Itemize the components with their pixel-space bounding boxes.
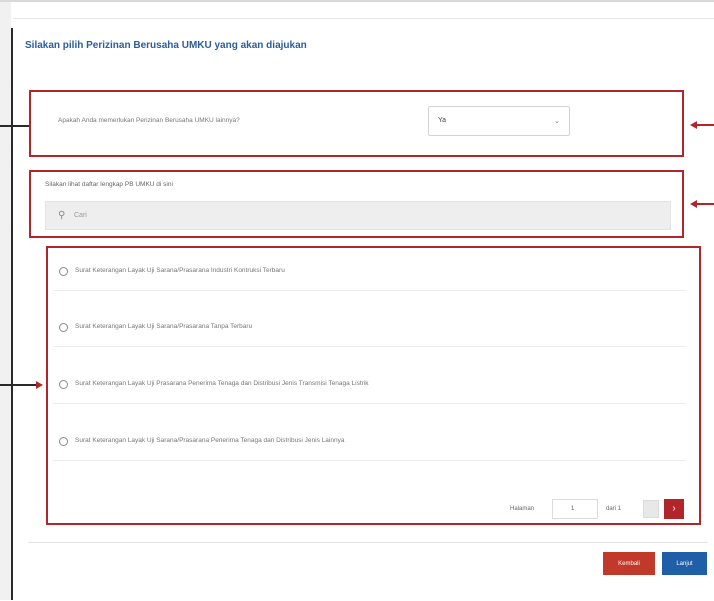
background-strip	[0, 2, 11, 600]
pagination-label: Halaman	[510, 506, 535, 512]
arrow-right-icon	[36, 381, 43, 389]
question-label: Apakah Anda memerlukan Perizinan Berusah…	[58, 117, 240, 124]
radio-button[interactable]	[59, 323, 68, 332]
list-item[interactable]: Surat Keterangan Layak Uji Sarana/Prasar…	[53, 251, 686, 291]
list-item-label: Surat Keterangan Layak Uji Sarana/Prasar…	[75, 323, 253, 330]
radio-button[interactable]	[59, 267, 68, 276]
top-rule	[0, 0, 714, 2]
page-input[interactable]: 1	[552, 499, 598, 519]
select-value: Ya	[438, 117, 447, 124]
arrow-left-icon	[690, 121, 697, 129]
list-item[interactable]: Surat Keterangan Layak Uji Sarana/Prasar…	[53, 421, 686, 461]
prev-page-button[interactable]	[643, 500, 659, 518]
list-item[interactable]: Surat Keterangan Layak Uji Sarana/Prasar…	[53, 307, 686, 347]
search-label: Silakan lihat daftar lengkap PB UMKU di …	[45, 181, 173, 188]
list-item-label: Surat Keterangan Layak Uji Sarana/Prasar…	[75, 267, 285, 274]
modal-title: Silakan pilih Perizinan Berusaha UMKU ya…	[25, 40, 307, 51]
radio-button[interactable]	[59, 437, 68, 446]
search-icon: ⚲	[58, 210, 66, 221]
connector-line	[0, 125, 29, 127]
connector-line	[697, 203, 714, 205]
search-input[interactable]: ⚲ Cari	[45, 201, 671, 230]
next-page-button[interactable]: ›	[664, 499, 684, 519]
radio-button[interactable]	[59, 380, 68, 389]
chevron-down-icon: ⌄	[554, 118, 560, 125]
umku-select[interactable]: Ya ⌄	[428, 106, 570, 136]
list-item-label: Surat Keterangan Layak Uji Sarana/Prasar…	[75, 437, 345, 444]
connector-line	[0, 384, 36, 386]
list-item-label: Surat Keterangan Layak Uji Prasarana Pen…	[75, 380, 369, 387]
arrow-left-icon	[690, 200, 697, 208]
footer-divider	[28, 542, 708, 543]
page-value: 1	[571, 506, 575, 512]
submit-button[interactable]: Lanjut	[662, 552, 707, 575]
cancel-button[interactable]: Kembali	[603, 552, 655, 575]
list-item[interactable]: Surat Keterangan Layak Uji Prasarana Pen…	[53, 364, 686, 404]
pagination-of-label: dari 1	[606, 506, 622, 512]
search-placeholder: Cari	[74, 212, 87, 219]
connector-line	[697, 124, 714, 126]
